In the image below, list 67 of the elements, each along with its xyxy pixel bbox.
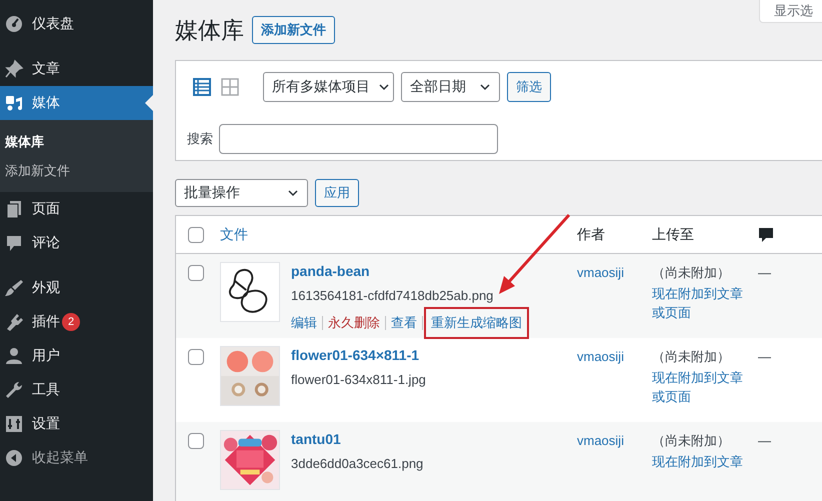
column-header: 上传至 — [652, 226, 694, 244]
collapse-menu-button[interactable]: 收起菜单 — [0, 441, 153, 475]
attach-link[interactable]: 现在附加到文章或页面 — [652, 284, 744, 322]
submenu-item[interactable]: 添加新文件 — [0, 156, 153, 185]
collapse-icon — [4, 448, 24, 468]
row-checkbox[interactable] — [188, 265, 204, 281]
update-count-badge: 2 — [62, 313, 80, 331]
column-header[interactable]: 文件 — [220, 226, 248, 244]
menu-item[interactable]: 页面 — [0, 192, 153, 226]
grid-view-icon[interactable] — [221, 78, 239, 96]
row-action-link[interactable]: 查看 — [386, 314, 422, 332]
author-link[interactable]: vmaosiji — [577, 433, 624, 448]
apply-button[interactable]: 应用 — [315, 179, 359, 207]
menu-item[interactable]: 用户 — [0, 339, 153, 373]
date-select[interactable]: 全部日期 — [401, 72, 500, 102]
file-name: 1613564181-cfdfd7418db25ab.png — [291, 288, 494, 303]
row-checkbox[interactable] — [188, 433, 204, 449]
menu-icon — [4, 346, 24, 366]
menu-icon — [4, 414, 24, 434]
menu-icon — [4, 312, 24, 332]
row-action-link[interactable]: 重新生成缩略图 — [426, 309, 527, 337]
attachment-status: （尚未附加） — [652, 432, 731, 450]
menu-item[interactable]: 插件 2 — [0, 305, 153, 339]
menu-item[interactable]: 设置 — [0, 407, 153, 441]
comment-count: — — [758, 349, 771, 364]
menu-item[interactable]: 工具 — [0, 373, 153, 407]
delete-link[interactable]: 永久删除 — [323, 314, 385, 332]
file-title-link[interactable]: tantu01 — [291, 431, 424, 447]
menu-item[interactable]: 评论 — [0, 226, 153, 260]
menu-item[interactable]: 文章 — [0, 52, 153, 86]
attachment-status: （尚未附加） — [652, 348, 731, 366]
menu-item[interactable]: 媒体 — [0, 86, 153, 120]
menu-icon — [4, 14, 24, 34]
list-view-icon[interactable] — [193, 78, 211, 96]
menu-icon — [4, 278, 24, 298]
file-title-link[interactable]: panda-bean — [291, 263, 527, 279]
search-field[interactable] — [219, 124, 498, 154]
submenu-item[interactable]: 媒体库 — [0, 127, 153, 156]
media-type-select[interactable]: 所有多媒体项目 — [263, 72, 394, 102]
file-title-link[interactable]: flower01-634×811-1 — [291, 347, 426, 363]
screen-options-tab[interactable]: 显示选 — [759, 0, 822, 23]
select-all-checkbox[interactable] — [188, 226, 204, 242]
search-label: 搜索 — [187, 130, 213, 148]
beans-drawing — [220, 262, 280, 322]
comment-count: — — [758, 433, 771, 448]
column-header: 作者 — [577, 226, 605, 244]
filter-button[interactable]: 筛选 — [507, 72, 551, 102]
comment-count: — — [758, 265, 771, 280]
menu-icon — [4, 380, 24, 400]
bulk-actions-select[interactable]: 批量操作 — [175, 179, 308, 207]
add-new-file-button[interactable]: 添加新文件 — [252, 16, 335, 44]
row-action-link[interactable]: 编辑 — [291, 314, 322, 332]
menu-item[interactable]: 仪表盘 — [0, 7, 153, 41]
page-title: 媒体库 — [175, 16, 244, 44]
menu-icon — [4, 233, 24, 253]
attach-link[interactable]: 现在附加到文章或页面 — [652, 368, 744, 406]
attach-link[interactable]: 现在附加到文章 — [652, 452, 744, 471]
row-checkbox[interactable] — [188, 349, 204, 365]
file-name: flower01-634x811-1.jpg — [291, 372, 426, 387]
attachment-status: （尚未附加） — [652, 264, 731, 282]
author-link[interactable]: vmaosiji — [577, 349, 624, 364]
menu-item[interactable]: 外观 — [0, 271, 153, 305]
menu-icon — [4, 59, 24, 79]
author-link[interactable]: vmaosiji — [577, 265, 624, 280]
menu-icon — [4, 93, 24, 113]
comment-icon — [758, 226, 774, 242]
file-name: 3dde6dd0a3cec61.png — [291, 456, 424, 471]
